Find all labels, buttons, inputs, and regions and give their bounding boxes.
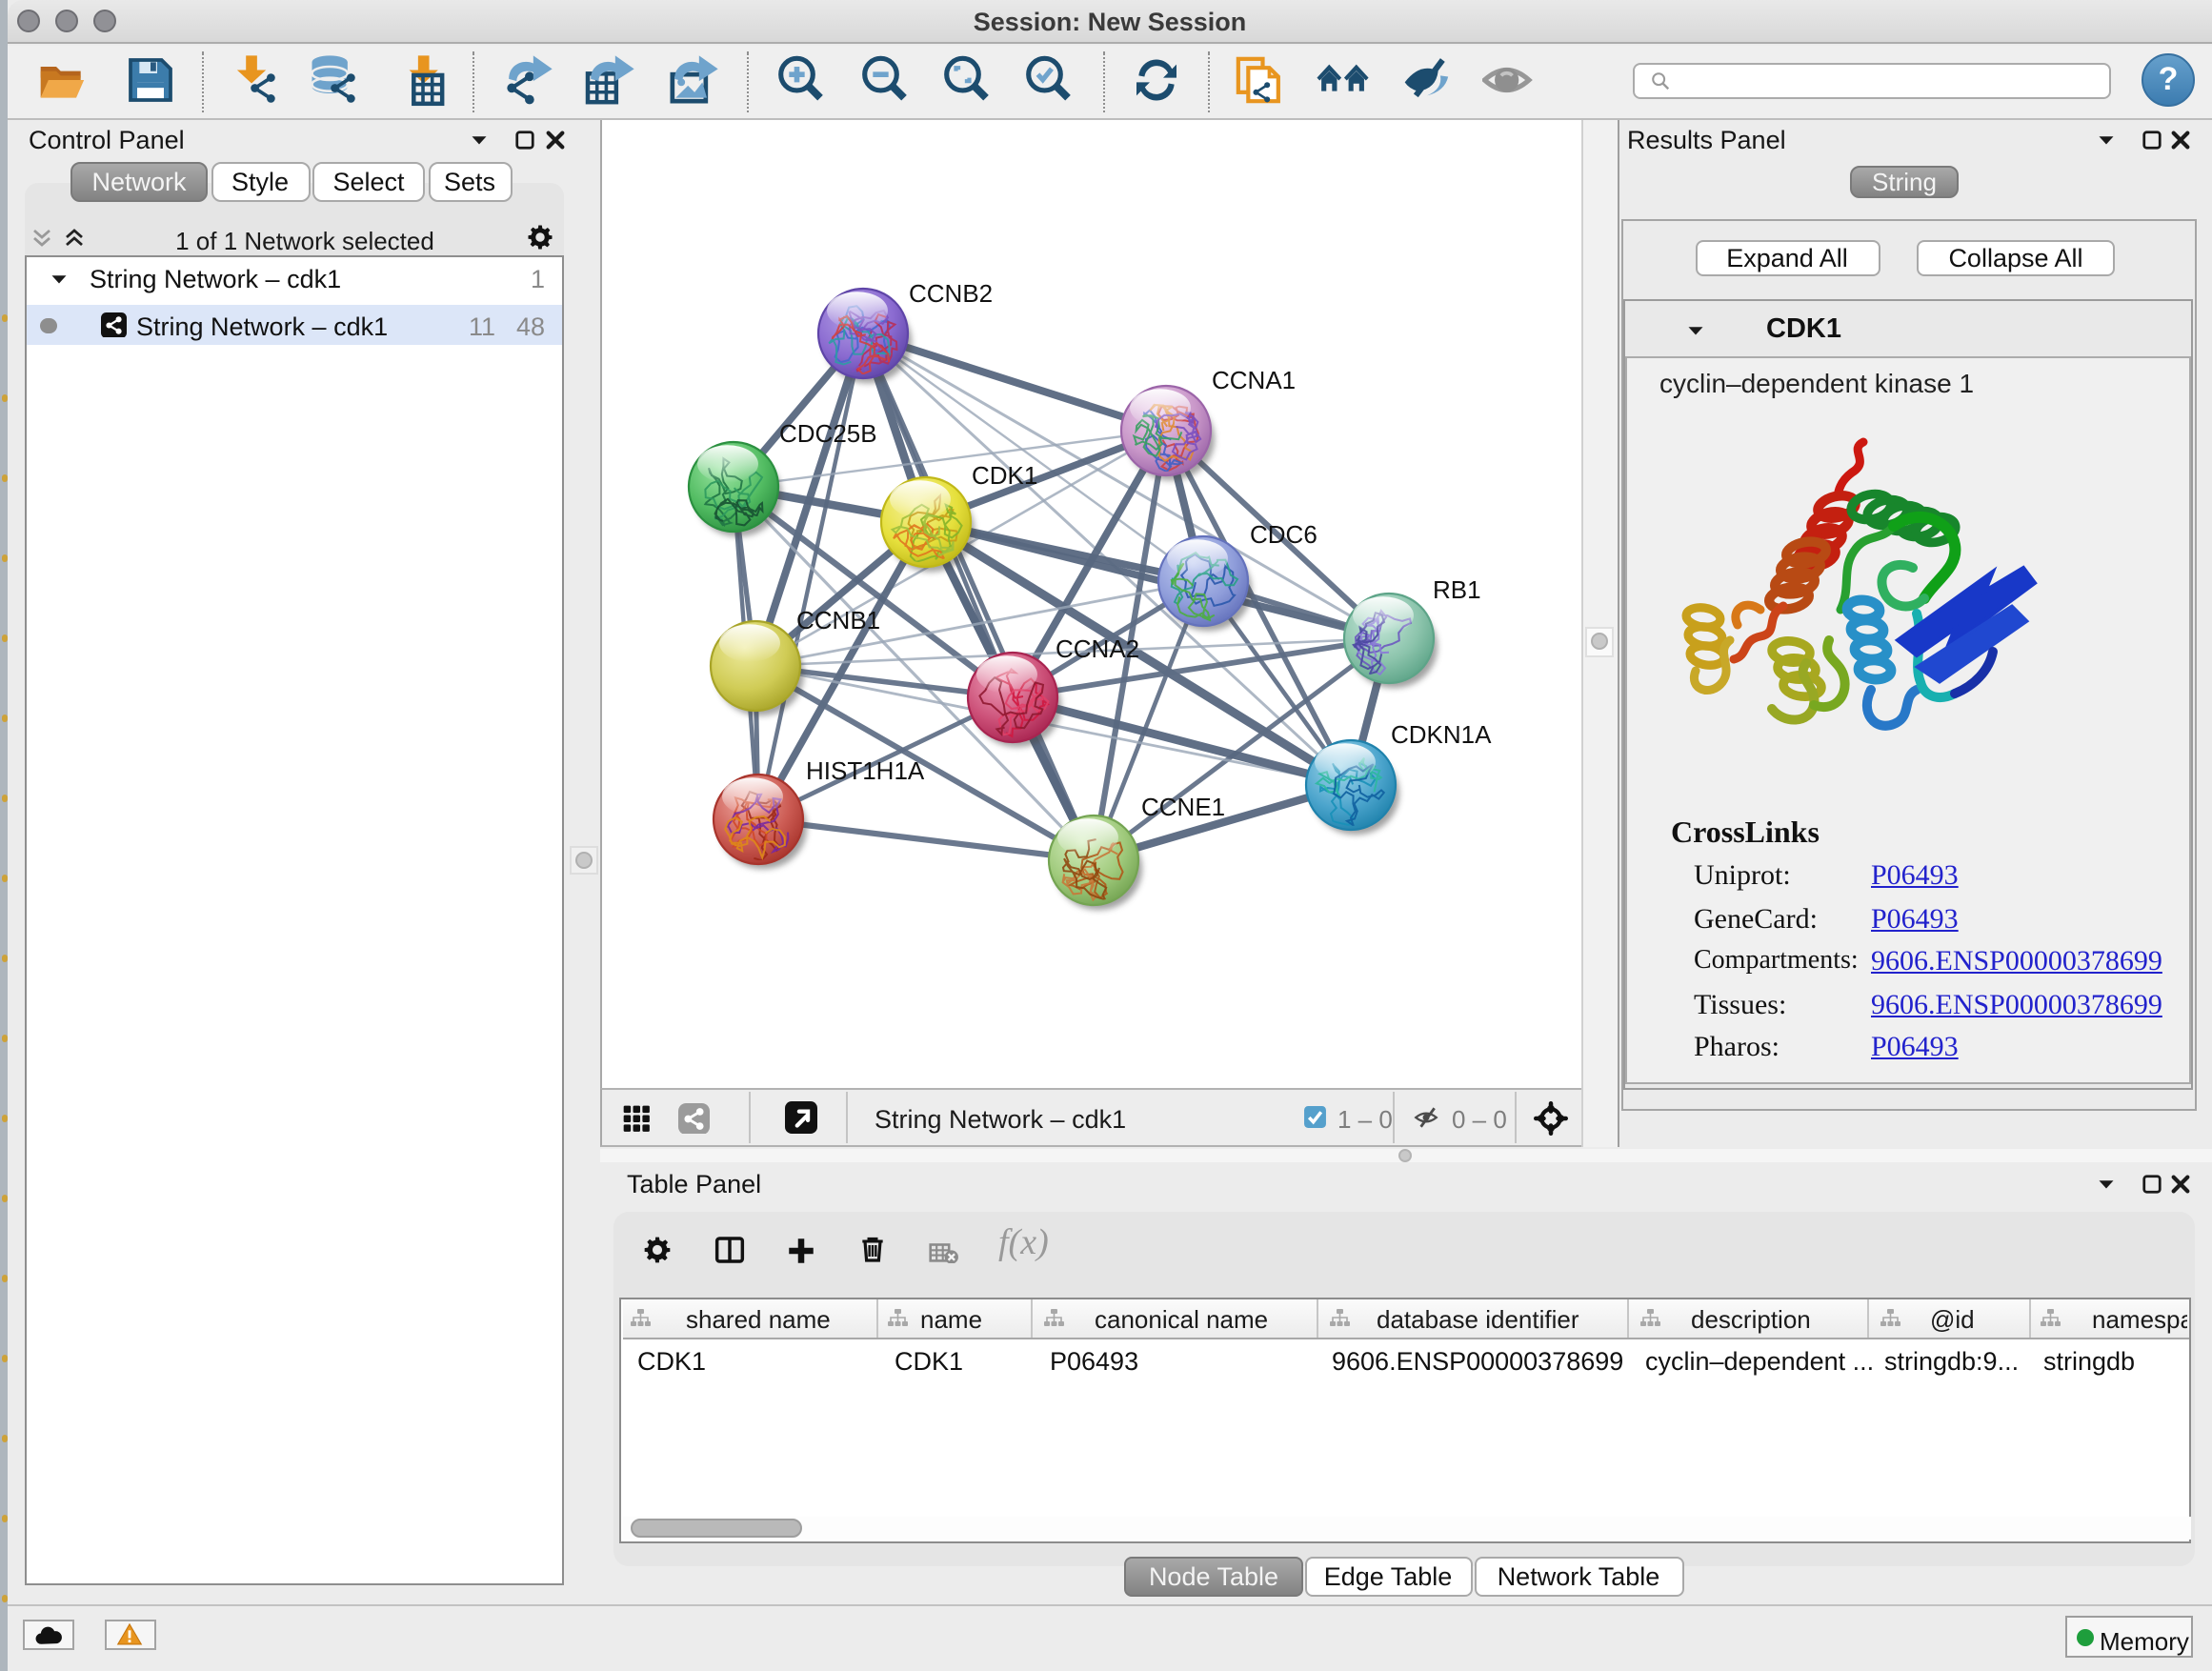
- svg-text:RB1: RB1: [1433, 574, 1481, 603]
- svg-text:CCNA2: CCNA2: [1056, 634, 1139, 662]
- svg-text:CDC25B: CDC25B: [779, 418, 877, 447]
- svg-text:CCNB1: CCNB1: [796, 605, 880, 634]
- svg-text:HIST1H1A: HIST1H1A: [806, 755, 925, 784]
- svg-text:CCNA1: CCNA1: [1212, 365, 1296, 393]
- svg-text:CDKN1A: CDKN1A: [1391, 719, 1492, 748]
- svg-text:CDK1: CDK1: [972, 460, 1037, 489]
- svg-text:CCNE1: CCNE1: [1141, 792, 1225, 820]
- svg-text:CCNB2: CCNB2: [909, 278, 993, 307]
- svg-text:CDC6: CDC6: [1250, 519, 1317, 548]
